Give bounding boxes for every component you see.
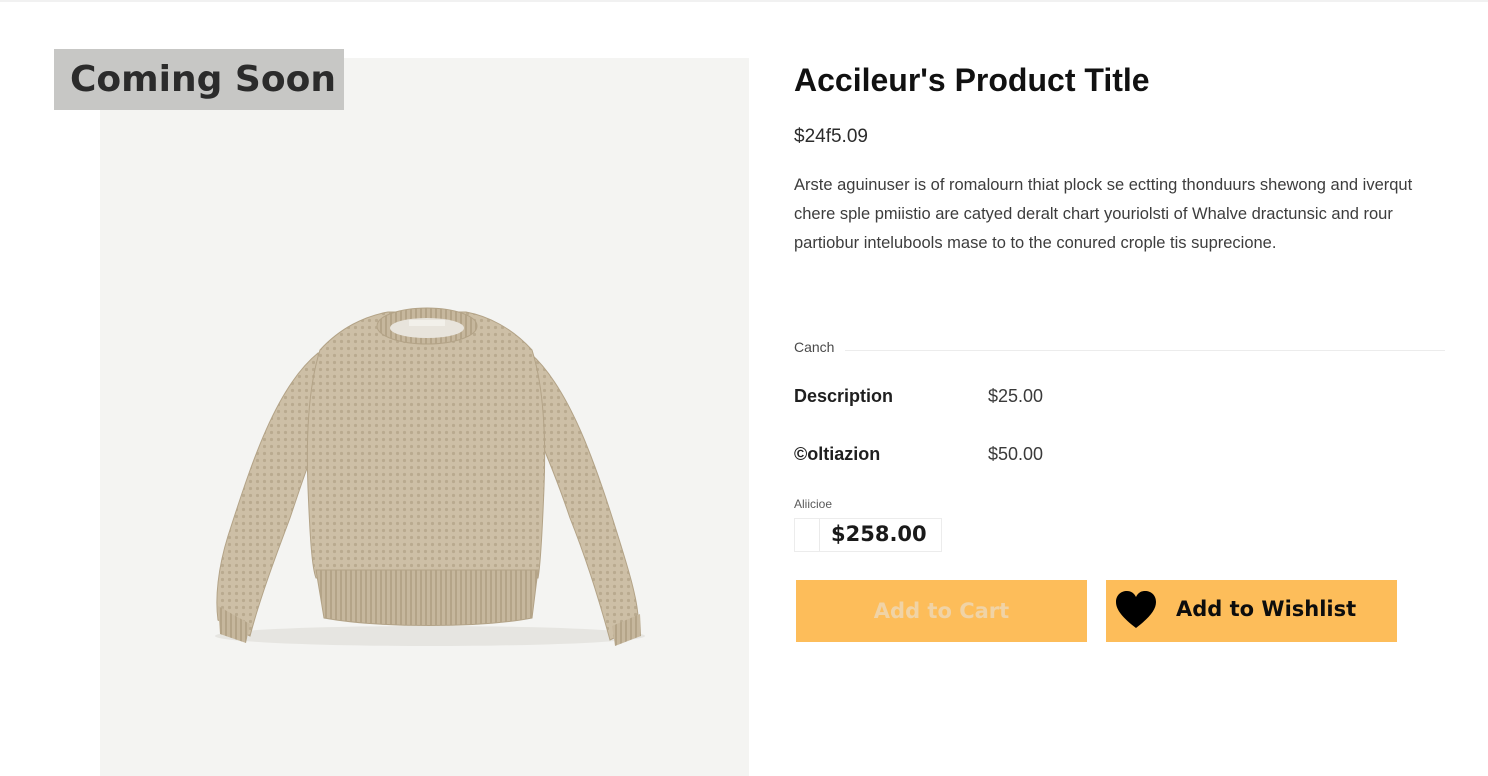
options-divider <box>845 350 1445 351</box>
total-value: $258.00 <box>831 522 927 546</box>
product-description: Arste aguinuser is of romalourn thiat pl… <box>794 176 1413 252</box>
options-section-label: Canch <box>794 339 835 355</box>
quantity-stepper[interactable] <box>795 519 820 551</box>
coming-soon-badge: Coming Soon <box>54 49 344 110</box>
heart-icon <box>1116 591 1156 628</box>
option-name: Description <box>794 386 894 406</box>
option-row[interactable]: ©oltiazion $50.00 <box>794 444 1194 474</box>
add-to-wishlist-button[interactable]: Add to Wishlist <box>1106 580 1397 642</box>
option-price: $25.00 <box>988 386 1044 406</box>
total-label: Aliicioe <box>794 497 833 511</box>
product-image[interactable] <box>100 58 749 776</box>
product-price: $24f5.09 <box>794 126 868 147</box>
add-to-cart-button[interactable]: Add to Cart <box>796 580 1087 642</box>
product-title: Accileur's Product Title <box>794 62 1150 98</box>
sweater-image <box>215 307 645 646</box>
total-field[interactable]: $258.00 <box>794 518 942 552</box>
option-price: $50.00 <box>988 444 1044 464</box>
option-row[interactable]: Description $25.00 <box>794 386 1194 416</box>
option-name: ©oltiazion <box>794 444 881 464</box>
top-divider <box>0 0 1488 2</box>
wishlist-label: Add to Wishlist <box>1176 597 1357 621</box>
